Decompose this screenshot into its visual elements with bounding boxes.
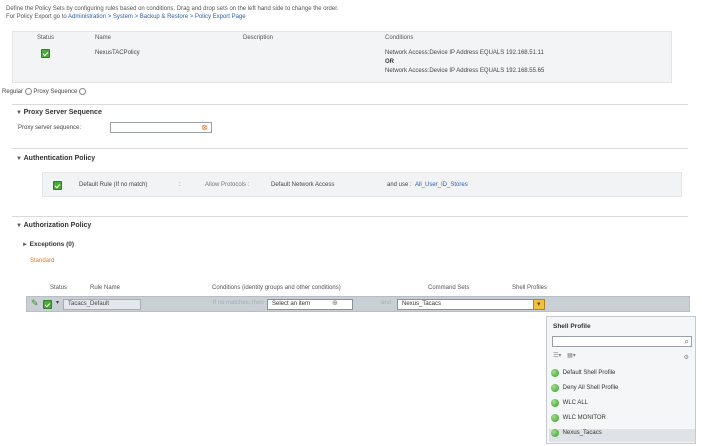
divider	[12, 104, 688, 105]
identity-store-link[interactable]: All_User_ID_Stores	[415, 182, 468, 188]
proxy-section-title: Proxy Server Sequence	[23, 109, 102, 116]
exceptions-toggle[interactable]: ► Exceptions (0)	[22, 241, 74, 248]
regular-label: Regular	[2, 89, 24, 96]
expand-triangle-icon: ►	[22, 242, 28, 248]
authz-header-shell-profiles: Shell Profiles	[512, 285, 548, 291]
status-dropdown-icon[interactable]: ▾	[56, 299, 59, 306]
allowed-protocols-value[interactable]: Default Network Access	[271, 182, 334, 188]
regular-radio[interactable]	[24, 88, 32, 95]
collapse-triangle-icon: ▼	[16, 223, 22, 229]
proxy-section-header[interactable]: ▼ Proxy Server Sequence	[16, 109, 102, 116]
authorization-section-header[interactable]: ▼ Authorization Policy	[16, 222, 91, 229]
clear-icon[interactable]: ⊗	[201, 123, 208, 132]
authz-header-command-sets: Command Sets	[428, 285, 470, 291]
shell-profile-label: Deny All Shell Profile	[562, 385, 619, 391]
shell-profile-item[interactable]: Default Shell Profile	[551, 369, 693, 382]
add-icon[interactable]: ⊕	[332, 299, 338, 307]
and-use-label: and use :	[387, 182, 412, 188]
auth-rule-name: Default Rule (If no match)	[79, 182, 148, 188]
shell-profile-icon	[551, 429, 559, 437]
policy-set-name[interactable]: NexusTACPolicy	[95, 50, 140, 56]
proxy-sequence-radio[interactable]	[79, 88, 87, 95]
shell-profile-label: Default Shell Profile	[562, 370, 616, 376]
intro-line-2: For Policy Export go to Administration >…	[6, 13, 339, 21]
standard-label: Standard	[30, 258, 55, 264]
intro-line-1: Define the Policy Sets by configuring ru…	[6, 6, 339, 12]
shell-profile-popup: Shell Profile ⌕ ☰▾ ▦▾ ⚙ Default Shell Pr…	[546, 316, 696, 444]
intro-line-2-prefix: For Policy Export go to	[6, 14, 67, 20]
mode-radio-group: Regular Proxy Sequence	[2, 88, 87, 96]
shell-profile-picker-button[interactable]: ▾	[533, 299, 545, 310]
policy-set-table: Status Name Description Conditions Nexus…	[12, 31, 672, 83]
exceptions-title: Exceptions (0)	[29, 241, 75, 248]
authz-rule-status-check[interactable]	[43, 300, 52, 309]
policy-export-link[interactable]: Administration > System > Backup & Resto…	[68, 14, 246, 20]
command-set-select[interactable]: Nexus_Tacacs	[397, 299, 537, 310]
shell-profile-label: WLC MONITOR	[562, 415, 606, 421]
picker-chevron-icon: ▾	[537, 301, 541, 308]
and-label: and	[381, 300, 392, 306]
grid-view-icon[interactable]: ▦▾	[567, 353, 576, 359]
intro-text: Define the Policy Sets by configuring ru…	[6, 5, 339, 21]
condition-operator: OR	[385, 59, 394, 65]
authz-rule-row: ✎ ▾ Tacacs_Default if no matches, then S…	[26, 296, 690, 312]
authentication-default-row: Default Rule (If no match) : Allow Proto…	[42, 172, 682, 197]
popup-toolbar: ☰▾ ▦▾	[553, 352, 576, 359]
condition-2: Network Access:Device IP Address EQUALS …	[385, 68, 545, 74]
conditions-placeholder: if no matches, then	[213, 300, 264, 306]
header-conditions: Conditions	[385, 35, 414, 41]
authz-header-status: Status	[50, 285, 68, 291]
collapse-triangle-icon: ▼	[16, 110, 22, 116]
rule-name-value: Tacacs_Default	[68, 301, 110, 307]
authentication-section-title: Authentication Policy	[23, 155, 96, 162]
shell-profile-icon	[551, 399, 559, 407]
header-name: Name	[95, 35, 112, 41]
search-icon[interactable]: ⌕	[685, 337, 689, 347]
shell-profile-icon	[551, 414, 559, 422]
shell-profile-item-selected[interactable]: Nexus_Tacacs	[549, 429, 695, 442]
proxy-server-label: Proxy server sequence:	[18, 125, 82, 131]
proxy-server-input[interactable]: ⊗	[110, 122, 212, 133]
shell-profile-popup-title: Shell Profile	[553, 323, 591, 330]
identity-select[interactable]: Select an item ⊕	[267, 299, 353, 310]
divider	[12, 148, 688, 149]
divider	[12, 216, 688, 217]
header-status: Status	[37, 35, 55, 41]
shell-profile-search-input[interactable]: ⌕	[552, 336, 692, 347]
condition-1: Network Access:Device IP Address EQUALS …	[385, 50, 544, 56]
authentication-section-header[interactable]: ▼ Authentication Policy	[16, 155, 95, 162]
collapse-triangle-icon: ▼	[16, 156, 22, 162]
authorization-section-title: Authorization Policy	[23, 222, 92, 229]
authz-header-rule-name: Rule Name	[90, 285, 121, 291]
authz-header-conditions: Conditions (identity groups and other co…	[212, 285, 341, 291]
shell-profile-item[interactable]: WLC ALL	[551, 399, 693, 412]
proxy-sequence-label: Proxy Sequence	[33, 89, 78, 96]
select-item-text: Select an item	[272, 301, 311, 307]
allow-protocols-label: Allow Protocols :	[205, 182, 250, 188]
edit-pencil-icon[interactable]: ✎	[31, 298, 39, 309]
list-view-icon[interactable]: ☰▾	[553, 353, 561, 359]
auth-rule-status-check[interactable]	[53, 181, 62, 190]
header-description: Description	[243, 35, 274, 41]
auth-rule-colon: :	[179, 182, 181, 188]
shell-profile-icon	[551, 384, 559, 392]
shell-profile-label: WLC ALL	[562, 400, 589, 406]
shell-profile-item[interactable]: Deny All Shell Profile	[551, 384, 693, 397]
settings-gear-icon[interactable]: ⚙	[684, 354, 689, 361]
command-set-value: Nexus_Tacacs	[402, 301, 442, 307]
rule-name-field[interactable]: Tacacs_Default	[63, 299, 141, 310]
shell-profile-icon	[551, 369, 559, 377]
shell-profile-label: Nexus_Tacacs	[562, 430, 602, 436]
policy-set-status-check[interactable]	[41, 49, 50, 58]
shell-profile-item[interactable]: WLC MONITOR	[551, 414, 693, 427]
